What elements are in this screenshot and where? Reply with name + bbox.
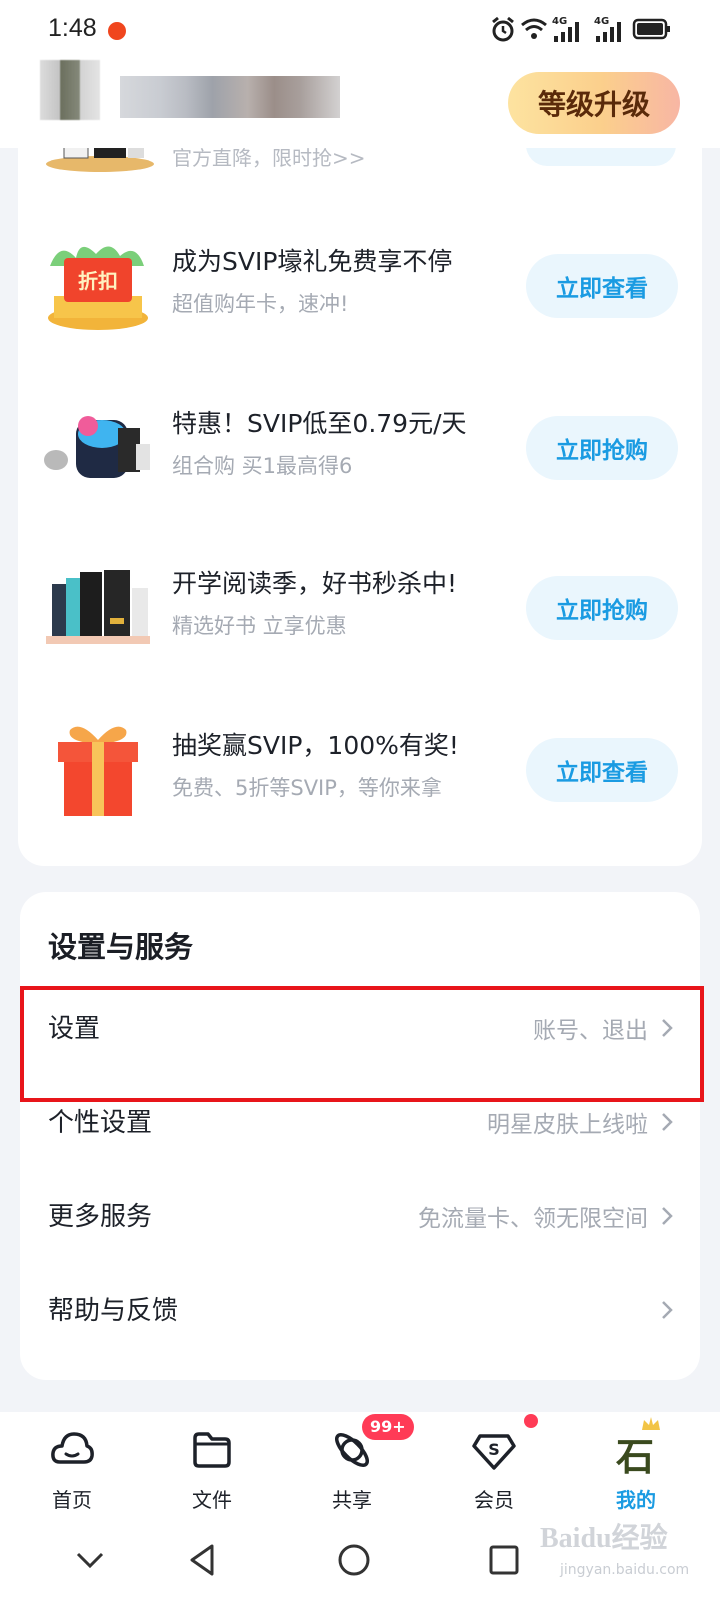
nav-mine[interactable]: 石 我的 <box>576 1412 696 1530</box>
notification-dot <box>524 1414 538 1428</box>
nav-label: 会员 <box>474 1488 514 1512</box>
buy-now-button[interactable]: 立即抢购 <box>526 576 678 640</box>
menu-label: 个性设置 <box>48 1108 153 1138</box>
chevron-right-icon <box>662 1113 673 1131</box>
buy-now-button[interactable]: 立即抢购 <box>526 416 678 480</box>
avatar-char: 石 <box>616 1437 655 1479</box>
notification-app-icon <box>108 22 126 40</box>
watermark-url: jingyan.baidu.com <box>560 1562 690 1578</box>
bottom-nav: 首页 文件 99+ 共享 S 会员 石 我的 <box>0 1412 720 1530</box>
crown-icon <box>642 1417 660 1430</box>
chevron-down-icon[interactable] <box>70 1540 110 1580</box>
view-now-button[interactable]: 立即查看 <box>526 738 678 802</box>
nav-label: 我的 <box>616 1488 656 1512</box>
back-icon[interactable] <box>184 1540 224 1580</box>
wifi-icon <box>521 18 547 39</box>
cloud-home-icon <box>51 1432 94 1464</box>
promo-title: 开学阅读季，好书秒杀中! <box>172 569 458 598</box>
status-icons: 4G 4G <box>490 16 680 46</box>
alarm-icon <box>492 16 514 42</box>
promo-top-subtitle: 官方直降，限时抢>> <box>172 148 366 170</box>
menu-label: 更多服务 <box>48 1202 153 1232</box>
profile-header: 等级升级 <box>0 60 720 148</box>
promo-top-thumbnail <box>46 148 154 172</box>
nav-label: 共享 <box>332 1488 372 1512</box>
profile-avatar-icon: 石 <box>612 1417 662 1479</box>
menu-row-help-feedback[interactable]: 帮助与反馈 <box>20 1264 700 1358</box>
promo-title: 成为SVIP壕礼免费享不停 <box>172 247 453 276</box>
upgrade-level-button[interactable]: 等级升级 <box>508 72 680 134</box>
thumb-discount-label: 折扣 <box>78 269 118 293</box>
vip-diamond-icon: S <box>472 1434 516 1470</box>
nav-share[interactable]: 99+ 共享 <box>292 1412 414 1530</box>
recents-icon[interactable] <box>484 1540 524 1580</box>
chevron-right-icon <box>662 1207 673 1225</box>
settings-services-card: 设置与服务 设置 账号、退出 个性设置 明星皮肤上线啦 更多服务 免流量卡、领无… <box>20 892 700 1380</box>
section-title: 设置与服务 <box>48 930 194 964</box>
menu-hint: 免流量卡、领无限空间 <box>418 1206 648 1232</box>
nav-label: 首页 <box>52 1488 92 1512</box>
battery-icon <box>632 18 670 40</box>
promo-card: 官方直降，限时抢>> 折扣 成为SVIP壕礼免费享不停 超值购年卡，速冲! 立即… <box>18 148 702 866</box>
promo-item[interactable]: 折扣 成为SVIP壕礼免费享不停 超值购年卡，速冲! 立即查看 <box>18 236 702 336</box>
speaker-bundle-thumbnail <box>44 416 150 478</box>
promo-item[interactable]: 抽奖赢SVIP，100%有奖! 免费、5折等SVIP，等你来拿 立即查看 <box>18 720 702 820</box>
books-thumbnail <box>46 570 150 644</box>
status-bar: 1:48 4G 4G <box>0 0 720 62</box>
menu-label: 帮助与反馈 <box>48 1296 179 1326</box>
gift-box-icon <box>58 726 138 816</box>
promo-item[interactable]: 开学阅读季，好书秒杀中! 精选好书 立享优惠 立即抢购 <box>18 558 702 658</box>
promo-title: 抽奖赢SVIP，100%有奖! <box>172 731 459 760</box>
notification-badge: 99+ <box>362 1414 414 1440</box>
promo-title: 特惠！SVIP低至0.79元/天 <box>172 409 467 438</box>
promo-subtitle: 精选好书 立享优惠 <box>172 614 347 638</box>
discount-thumbnail: 折扣 <box>48 246 148 330</box>
avatar[interactable] <box>40 60 100 120</box>
menu-hint: 明星皮肤上线啦 <box>487 1112 648 1138</box>
promo-subtitle: 超值购年卡，速冲! <box>172 292 349 316</box>
view-now-button[interactable]: 立即查看 <box>526 254 678 318</box>
promo-subtitle: 组合购 买1最高得6 <box>172 454 353 478</box>
promo-item[interactable]: 特惠！SVIP低至0.79元/天 组合购 买1最高得6 立即抢购 <box>18 398 702 498</box>
promo-top-button[interactable] <box>526 148 676 166</box>
nav-membership[interactable]: S 会员 <box>434 1412 554 1530</box>
watermark: Baidu经验 <box>540 1523 668 1554</box>
signal-icon <box>554 22 579 42</box>
menu-row-more-services[interactable]: 更多服务 免流量卡、领无限空间 <box>20 1170 700 1264</box>
chevron-right-icon <box>662 1301 673 1319</box>
nav-files[interactable]: 文件 <box>152 1412 272 1530</box>
folder-icon <box>193 1432 231 1468</box>
promo-subtitle: 免费、5折等SVIP，等你来拿 <box>172 776 442 800</box>
status-time: 1:48 <box>48 14 97 42</box>
signal-icon-2 <box>596 22 621 42</box>
svg-text:S: S <box>488 1440 500 1459</box>
username-blurred <box>120 76 340 118</box>
highlight-annotation <box>20 986 704 1102</box>
nav-home[interactable]: 首页 <box>12 1412 132 1530</box>
nav-label: 文件 <box>192 1488 232 1512</box>
home-circle-icon[interactable] <box>334 1540 374 1580</box>
